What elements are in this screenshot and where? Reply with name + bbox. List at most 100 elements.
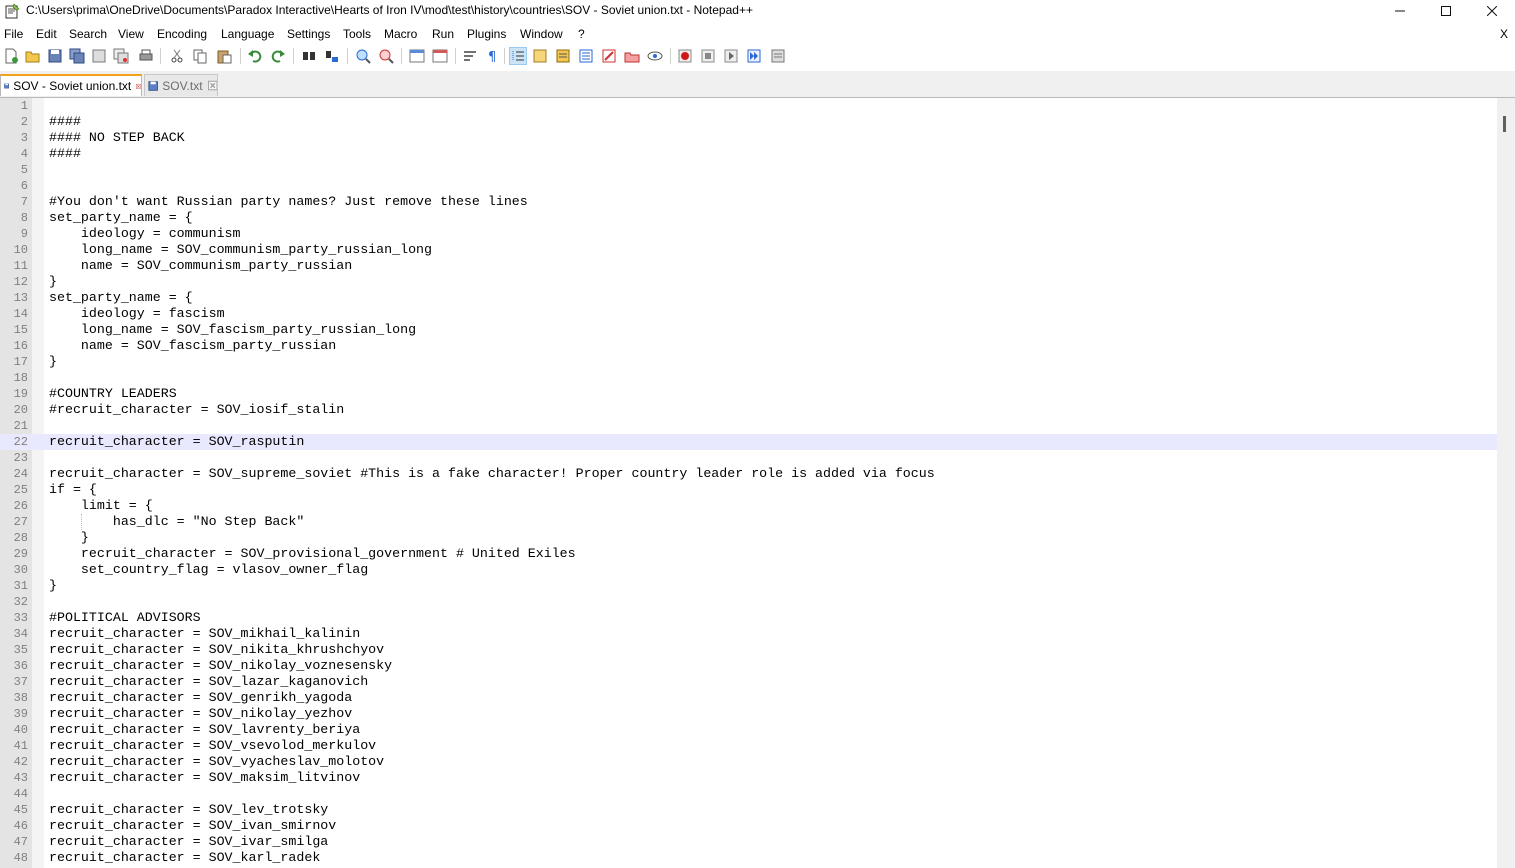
menu-window[interactable]: Window — [520, 27, 563, 41]
code-line[interactable]: 35 recruit_character = SOV_nikita_khrushc… — [0, 642, 1497, 658]
open-file-icon[interactable] — [25, 48, 41, 64]
code-line[interactable]: 26 limit = { — [0, 498, 1497, 514]
menu-encoding[interactable]: Encoding — [157, 27, 207, 41]
code-line[interactable]: 45 recruit_character = SOV_lev_trotsky — [0, 802, 1497, 818]
menu-file[interactable]: File — [4, 27, 23, 41]
code-line[interactable]: 48 recruit_character = SOV_karl_radek — [0, 850, 1497, 866]
code-line[interactable]: 40 recruit_character = SOV_lavrenty_beriy… — [0, 722, 1497, 738]
editor-area[interactable]: 1 2 #### 3 #### NO STEP BACK 4 #### 5 6 7 #You don… — [0, 98, 1497, 868]
sync-vertical-icon[interactable] — [409, 48, 425, 64]
code-line[interactable]: 3 #### NO STEP BACK — [0, 130, 1497, 146]
tab-sov-soviet-union[interactable]: SOV - Soviet union.txt — [0, 74, 142, 96]
code-line[interactable]: 24 recruit_character = SOV_supreme_soviet… — [0, 466, 1497, 482]
close-document-button[interactable]: X — [1500, 27, 1508, 41]
menu-edit[interactable]: Edit — [36, 27, 57, 41]
menu-run[interactable]: Run — [432, 27, 454, 41]
code-line[interactable]: 1 — [0, 98, 1497, 114]
run-macro-multiple-icon[interactable] — [746, 48, 762, 64]
minimize-button[interactable] — [1377, 0, 1423, 22]
undo-icon[interactable] — [247, 48, 263, 64]
code-line[interactable]: 2 #### — [0, 114, 1497, 130]
code-line[interactable]: 33 #POLITICAL ADVISORS — [0, 610, 1497, 626]
code-line[interactable]: 13 set_party_name = { — [0, 290, 1497, 306]
save-icon[interactable] — [47, 48, 63, 64]
show-all-chars-icon[interactable]: ¶ — [485, 48, 501, 64]
menu-plugins[interactable]: Plugins — [467, 27, 506, 41]
vertical-scrollbar[interactable] — [1497, 98, 1515, 868]
zoom-in-icon[interactable] — [355, 48, 371, 64]
code-line[interactable]: 15 long_name = SOV_fascism_party_russian… — [0, 322, 1497, 338]
code-line[interactable]: 10 long_name = SOV_communism_party_russi… — [0, 242, 1497, 258]
zoom-out-icon[interactable] — [378, 48, 394, 64]
code-line[interactable]: 23 — [0, 450, 1497, 466]
cut-icon[interactable] — [169, 48, 185, 64]
udl-icon[interactable] — [532, 48, 548, 64]
code-line[interactable]: 47 recruit_character = SOV_ivar_smilga — [0, 834, 1497, 850]
code-line[interactable]: 36 recruit_character = SOV_nikolay_voznes… — [0, 658, 1497, 674]
code-line[interactable]: 12} — [0, 274, 1497, 290]
code-line[interactable]: 43 recruit_character = SOV_maksim_litvino… — [0, 770, 1497, 786]
code-line[interactable]: 44 — [0, 786, 1497, 802]
menu-settings[interactable]: Settings — [287, 27, 330, 41]
code-line[interactable]: 34 recruit_character = SOV_mikhail_kalini… — [0, 626, 1497, 642]
code-line[interactable]: 7 #You don't want Russian party names? Ju… — [0, 194, 1497, 210]
code-line[interactable]: 27 has_dlc = "No Step Back" — [0, 514, 1497, 530]
menu-view[interactable]: View — [118, 27, 144, 41]
redo-icon[interactable] — [270, 48, 286, 64]
replace-icon[interactable] — [324, 48, 340, 64]
function-list-icon[interactable] — [578, 48, 594, 64]
code-line[interactable]: 29 recruit_character = SOV_provisional_g… — [0, 546, 1497, 562]
menu-help[interactable]: ? — [578, 27, 585, 41]
scrollbar-thumb[interactable] — [1503, 116, 1506, 132]
print-icon[interactable] — [138, 48, 154, 64]
code-line[interactable]: 17} — [0, 354, 1497, 370]
doc-map-icon[interactable] — [555, 48, 571, 64]
maximize-button[interactable] — [1423, 0, 1469, 22]
indent-guide-icon[interactable] — [509, 47, 527, 65]
new-file-icon[interactable] — [3, 48, 19, 64]
code-line[interactable]: 31} — [0, 578, 1497, 594]
stop-macro-icon[interactable] — [700, 48, 716, 64]
code-line[interactable]: 14 ideology = fascism — [0, 306, 1497, 322]
folder-workspace-icon[interactable] — [601, 48, 617, 64]
close-tab-icon[interactable] — [136, 81, 141, 92]
code-line[interactable]: 39 recruit_character = SOV_nikolay_yezhov — [0, 706, 1497, 722]
save-macro-icon[interactable] — [770, 48, 786, 64]
close-icon[interactable] — [91, 48, 107, 64]
current-line[interactable]: 22 recruit_character = SOV_rasputin — [0, 434, 1497, 450]
find-icon[interactable] — [301, 48, 317, 64]
code-line[interactable]: 8 set_party_name = { — [0, 210, 1497, 226]
code-line[interactable]: 4 #### — [0, 146, 1497, 162]
code-line[interactable]: 19 #COUNTRY LEADERS — [0, 386, 1497, 402]
monitoring-icon[interactable] — [624, 48, 640, 64]
code-line[interactable]: 28 } — [0, 530, 1497, 546]
word-wrap-icon[interactable] — [462, 48, 478, 64]
menu-search[interactable]: Search — [69, 27, 107, 41]
sync-horizontal-icon[interactable] — [432, 48, 448, 64]
code-line[interactable]: 25 if = { — [0, 482, 1497, 498]
record-macro-icon[interactable] — [677, 48, 693, 64]
code-line[interactable]: 42 recruit_character = SOV_vyacheslav_mol… — [0, 754, 1497, 770]
save-all-icon[interactable] — [69, 48, 85, 64]
code-line[interactable]: 37 recruit_character = SOV_lazar_kaganovi… — [0, 674, 1497, 690]
code-line[interactable]: 20 #recruit_character = SOV_iosif_stalin — [0, 402, 1497, 418]
paste-icon[interactable] — [216, 48, 232, 64]
code-line[interactable]: 30 set_country_flag = vlasov_owner_flag — [0, 562, 1497, 578]
code-line[interactable]: 11 name = SOV_communism_party_russian — [0, 258, 1497, 274]
menu-language[interactable]: Language — [221, 27, 274, 41]
code-line[interactable]: 18 — [0, 370, 1497, 386]
code-line[interactable]: 21 — [0, 418, 1497, 434]
menu-tools[interactable]: Tools — [343, 27, 371, 41]
close-tab-icon[interactable] — [207, 80, 217, 91]
title-bar[interactable]: C:\Users\prima\OneDrive\Documents\Parado… — [0, 0, 1515, 22]
code-line[interactable]: 6 — [0, 178, 1497, 194]
eye-icon[interactable] — [647, 48, 663, 64]
play-macro-icon[interactable] — [723, 48, 739, 64]
tab-sov[interactable]: SOV.txt — [144, 74, 218, 96]
code-line[interactable]: 32 — [0, 594, 1497, 610]
copy-icon[interactable] — [192, 48, 208, 64]
code-line[interactable]: 46 recruit_character = SOV_ivan_smirnov — [0, 818, 1497, 834]
close-window-button[interactable] — [1469, 0, 1515, 22]
code-line[interactable]: 38 recruit_character = SOV_genrikh_yagoda — [0, 690, 1497, 706]
code-line[interactable]: 9 ideology = communism — [0, 226, 1497, 242]
